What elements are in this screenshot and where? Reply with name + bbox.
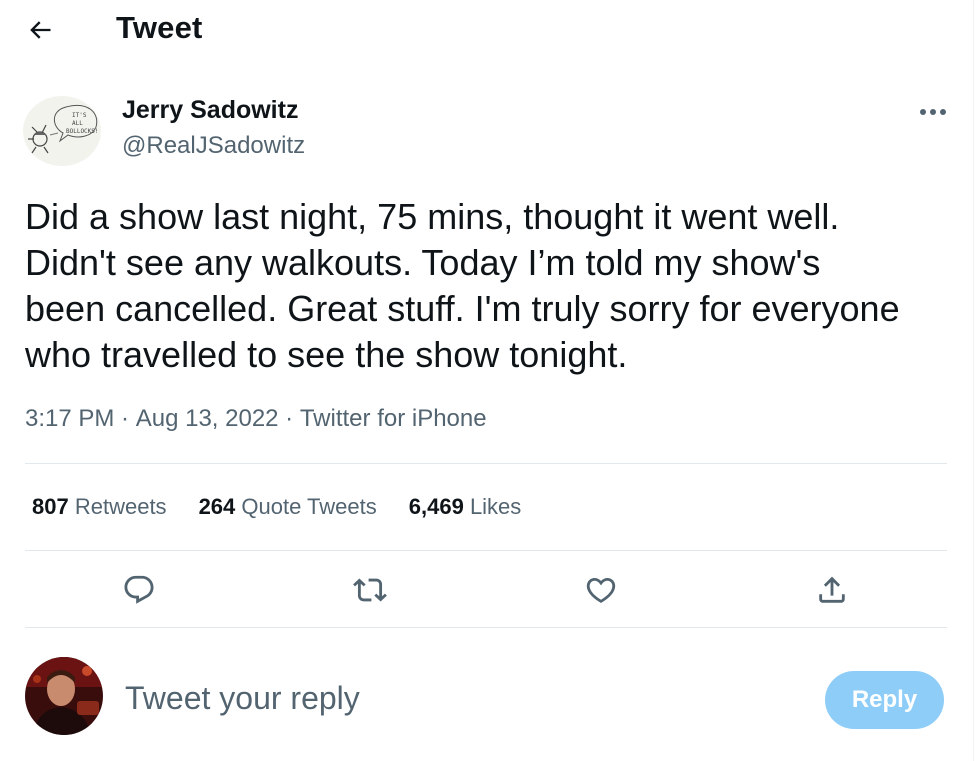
arrow-left-icon	[30, 21, 51, 39]
tweet-stats: 807 Retweets 264 Quote Tweets 6,469 Like…	[32, 494, 553, 520]
tweet-meta: 3:17 PM · Aug 13, 2022 · Twitter for iPh…	[25, 405, 487, 433]
meta-separator: ·	[114, 405, 136, 432]
author-avatar[interactable]: IT'S ALL BOLLOCKS!	[22, 95, 102, 167]
author-avatar-drawing: IT'S ALL BOLLOCKS!	[23, 96, 101, 166]
retweets-stat[interactable]: 807 Retweets	[32, 494, 167, 520]
retweet-action-button[interactable]	[352, 572, 388, 608]
quote-tweets-count: 264	[198, 494, 236, 519]
retweet-icon	[353, 578, 387, 602]
divider	[25, 463, 947, 464]
likes-stat[interactable]: 6,469 Likes	[409, 494, 522, 520]
share-icon	[819, 576, 845, 603]
like-action-button[interactable]	[583, 572, 619, 608]
more-options-button[interactable]	[915, 98, 951, 126]
share-action-button[interactable]	[814, 572, 850, 608]
reply-action-button[interactable]	[121, 572, 157, 608]
author-handle[interactable]: @RealJSadowitz	[122, 132, 305, 160]
reply-button[interactable]: Reply	[825, 671, 944, 729]
tweet-date[interactable]: Aug 13, 2022	[136, 405, 279, 433]
more-dots-icon	[920, 109, 946, 115]
tweet-source[interactable]: Twitter for iPhone	[300, 405, 487, 433]
divider	[25, 627, 947, 628]
retweets-count: 807	[32, 494, 69, 519]
svg-text:ALL: ALL	[72, 120, 83, 127]
reply-input[interactable]	[125, 676, 725, 720]
comment-icon	[124, 575, 154, 604]
quote-tweets-stat[interactable]: 264 Quote Tweets	[199, 494, 377, 520]
divider	[25, 550, 947, 551]
tweet-time[interactable]: 3:17 PM	[25, 405, 114, 433]
user-avatar-photo	[25, 657, 103, 735]
svg-text:BOLLOCKS!: BOLLOCKS!	[66, 128, 99, 135]
author-name[interactable]: Jerry Sadowitz	[122, 96, 298, 125]
quote-tweets-label: Quote Tweets	[241, 494, 377, 519]
like-icon	[586, 577, 616, 603]
back-button[interactable]	[22, 12, 58, 48]
likes-label: Likes	[469, 494, 522, 519]
retweets-label: Retweets	[74, 494, 167, 519]
tweet-text: Did a show last night, 75 mins, thought …	[25, 196, 900, 375]
likes-count: 6,469	[408, 494, 464, 519]
page-title: Tweet	[116, 10, 203, 45]
user-avatar[interactable]	[25, 657, 103, 735]
meta-separator: ·	[278, 405, 300, 432]
page-edge-rule	[973, 0, 974, 761]
svg-text:IT'S: IT'S	[72, 112, 87, 119]
page-header: Tweet	[0, 0, 973, 60]
